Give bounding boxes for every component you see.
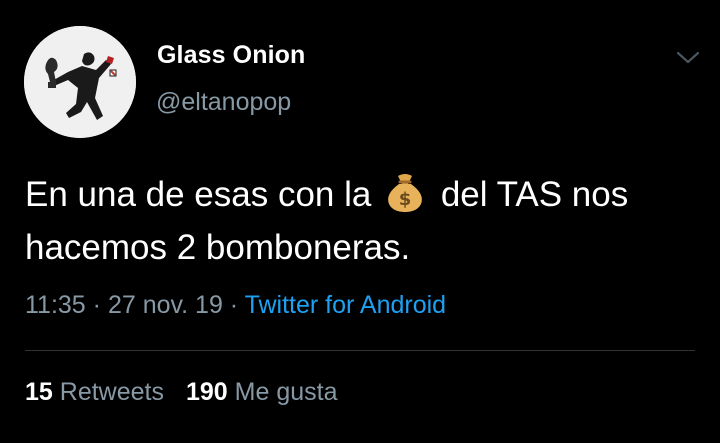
retweets-stat[interactable]: 15 Retweets <box>25 378 164 406</box>
tweet-date: 27 nov. 19 <box>107 291 223 319</box>
svg-text:$: $ <box>399 189 412 210</box>
display-name[interactable]: Glass Onion <box>157 41 305 70</box>
tweet-meta: 11:35 · 27 nov. 19 · Twitter for Android <box>25 291 446 320</box>
tweet-time: 11:35 <box>25 291 86 319</box>
meta-separator: · <box>85 291 108 319</box>
tweet-text: En una de esas con la $ del TAS nos hace… <box>25 168 695 274</box>
likes-label: Me gusta <box>234 378 338 406</box>
likes-count: 190 <box>185 378 228 406</box>
avatar-photo-icon <box>24 26 136 138</box>
tweet-text-part-1: En una de esas con la <box>25 175 382 214</box>
avatar[interactable] <box>24 26 136 138</box>
divider <box>25 350 695 351</box>
retweets-label: Retweets <box>59 378 164 406</box>
meta-separator: · <box>222 291 245 319</box>
user-handle[interactable]: @eltanopop <box>156 88 291 117</box>
retweets-count: 15 <box>25 378 53 406</box>
likes-stat[interactable]: 190 Me gusta <box>186 378 338 406</box>
tweet-source-link[interactable]: Twitter for Android <box>245 291 446 319</box>
tweet-stats: 15 Retweets 190 Me gusta <box>25 378 338 407</box>
chevron-down-icon[interactable] <box>674 46 702 68</box>
money-bag-emoji-icon: $ <box>383 172 427 212</box>
